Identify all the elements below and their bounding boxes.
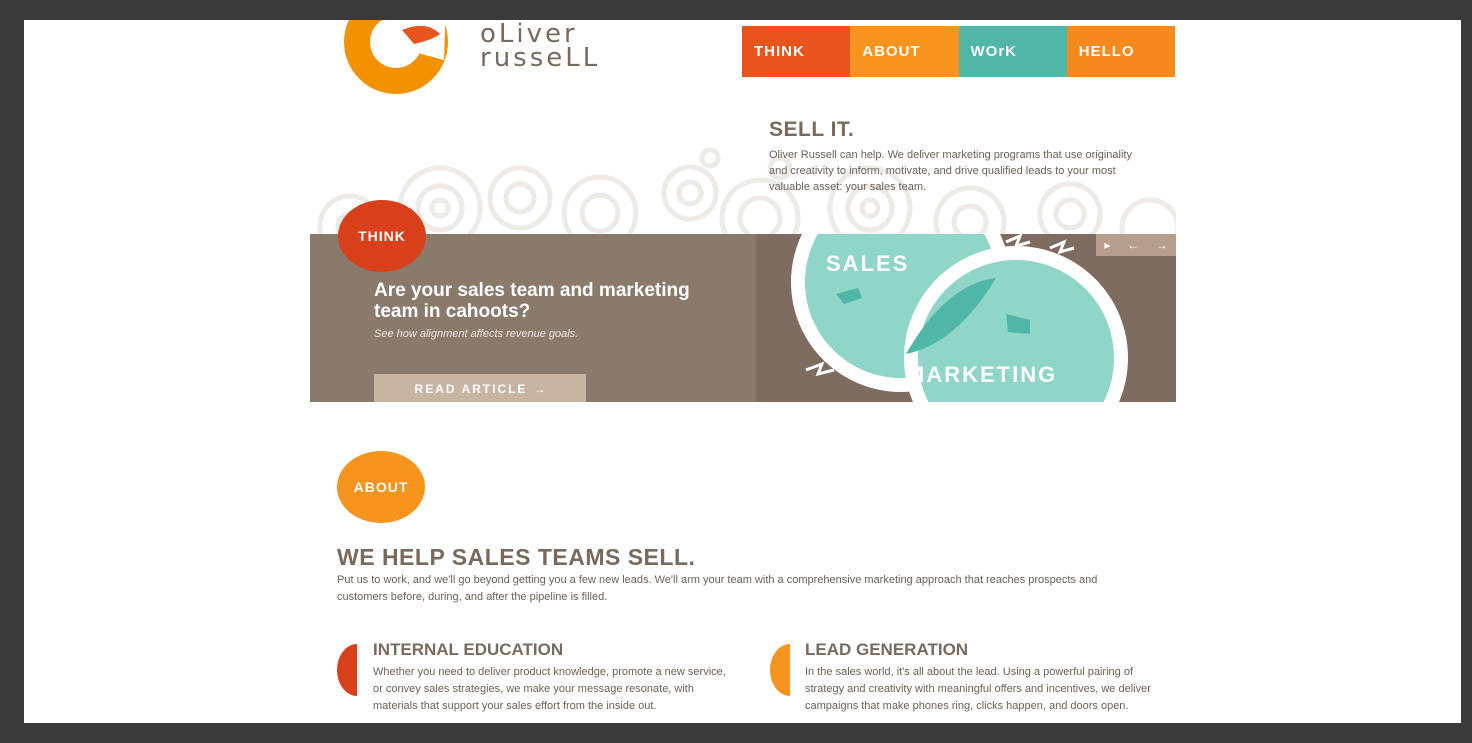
arrow-left-icon[interactable]: ← bbox=[1127, 238, 1139, 252]
slider-controls: ▸ ← → bbox=[1096, 234, 1176, 256]
arrow-right-icon: → bbox=[533, 382, 546, 396]
logo-line-2: russeLL bbox=[480, 43, 601, 73]
read-article-button[interactable]: READ ARTICLE → bbox=[374, 374, 586, 402]
browser-viewport: oLiver russeLL THINK ABOUT WOrK HELLO SE… bbox=[24, 20, 1461, 723]
about-section-badge: ABOUT bbox=[337, 451, 425, 523]
arrow-right-icon[interactable]: → bbox=[1156, 238, 1168, 252]
half-circle-orange-icon bbox=[770, 644, 790, 696]
half-circle-red-icon bbox=[337, 644, 357, 696]
nav-hello[interactable]: HELLO bbox=[1066, 26, 1175, 77]
think-section-badge: THINK bbox=[338, 200, 426, 272]
oliver-russell-logo-icon[interactable] bbox=[336, 20, 476, 100]
internal-education-heading: INTERNAL EDUCATION bbox=[373, 640, 564, 659]
main-nav: THINK ABOUT WOrK HELLO bbox=[742, 26, 1175, 77]
sales-art-label: SALES bbox=[826, 251, 909, 276]
marketing-art-label: MARKETING bbox=[906, 362, 1057, 387]
play-icon[interactable]: ▸ bbox=[1104, 238, 1110, 252]
nav-about[interactable]: ABOUT bbox=[850, 26, 959, 77]
read-article-label: READ ARTICLE bbox=[414, 382, 528, 396]
featured-article-banner: SALES MARKETING Are your sales team and … bbox=[310, 234, 1176, 402]
lead-generation-column: LEAD GENERATION In the sales world, it's… bbox=[805, 640, 1165, 715]
internal-education-text: Whether you need to deliver product know… bbox=[373, 666, 726, 712]
lead-generation-text: In the sales world, it's all about the l… bbox=[805, 666, 1151, 712]
sell-it-heading: SELL IT. bbox=[769, 118, 855, 141]
sales-marketing-venn-illustration: SALES MARKETING bbox=[756, 234, 1176, 402]
internal-education-column: INTERNAL EDUCATION Whether you need to d… bbox=[373, 640, 733, 715]
nav-work[interactable]: WOrK bbox=[958, 26, 1067, 77]
article-headline[interactable]: Are your sales team and marketing team i… bbox=[374, 280, 704, 322]
about-paragraph: Put us to work, and we'll go beyond gett… bbox=[337, 574, 1098, 603]
nav-think[interactable]: THINK bbox=[742, 26, 851, 77]
sell-it-paragraph: Oliver Russell can help. We deliver mark… bbox=[769, 149, 1132, 193]
logo-wordmark[interactable]: oLiver russeLL bbox=[480, 21, 601, 73]
lead-generation-heading: LEAD GENERATION bbox=[805, 640, 969, 659]
about-heading: WE HELP SALES TEAMS SELL. bbox=[337, 544, 696, 570]
article-subhead: See how alignment affects revenue goals. bbox=[374, 328, 579, 340]
